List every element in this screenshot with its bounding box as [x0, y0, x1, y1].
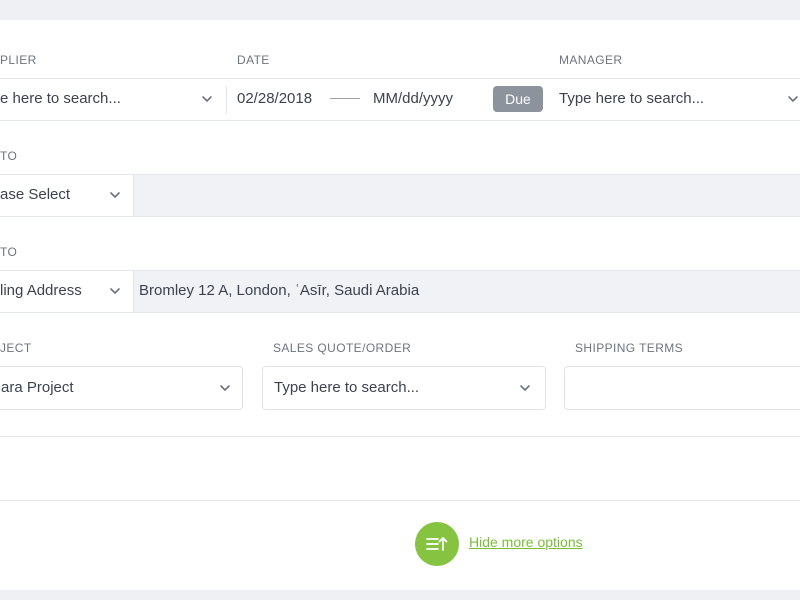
hide-options-button[interactable]	[415, 522, 459, 566]
shipping-terms-label: SHIPPING TERMS	[575, 341, 684, 355]
date-from-value: 02/28/2018	[237, 90, 313, 107]
ship-to-label: TO	[0, 245, 18, 259]
supplier-placeholder: e here to search...	[0, 90, 121, 107]
form-card: PLIER DATE MANAGER e here to search... 0…	[0, 20, 800, 590]
chevron-down-icon	[220, 385, 230, 392]
divider	[0, 120, 800, 121]
date-label: DATE	[237, 53, 270, 67]
bill-to-select-value: ase Select	[0, 186, 71, 203]
divider	[226, 86, 227, 114]
date-to-input[interactable]: MM/dd/yyyy	[373, 78, 473, 120]
bill-to-label: TO	[0, 149, 18, 163]
date-range-dash	[330, 98, 360, 99]
chevron-down-icon	[202, 96, 212, 103]
manager-placeholder: Type here to search...	[559, 90, 705, 107]
chevron-down-icon	[788, 96, 798, 103]
manager-label: MANAGER	[559, 53, 623, 67]
bill-to-select[interactable]: ase Select	[0, 174, 133, 216]
due-button[interactable]: Due	[493, 86, 543, 112]
project-label: JECT	[0, 341, 32, 355]
divider	[0, 500, 800, 501]
divider	[0, 436, 800, 437]
project-select[interactable]: ara Project	[0, 366, 243, 410]
chevron-down-icon	[110, 192, 120, 199]
shipping-terms-input[interactable]	[564, 366, 800, 410]
sales-quote-label: SALES QUOTE/ORDER	[273, 341, 412, 355]
ship-to-select[interactable]: ling Address	[0, 270, 133, 312]
bill-to-address-field[interactable]	[134, 175, 800, 216]
chevron-down-icon	[520, 385, 530, 392]
ship-to-select-value: ling Address	[0, 282, 82, 299]
hide-options-link[interactable]: Hide more options	[469, 534, 583, 550]
date-from-input[interactable]: 02/28/2018	[237, 78, 327, 120]
chevron-down-icon	[110, 288, 120, 295]
sales-quote-placeholder: Type here to search...	[274, 379, 420, 396]
supplier-select[interactable]: e here to search...	[0, 78, 226, 120]
ship-to-address-value: Bromley 12 A, London, ʿAsīr, Saudi Arabi…	[139, 282, 420, 299]
manager-select[interactable]: Type here to search...	[559, 78, 800, 120]
divider	[0, 216, 800, 217]
divider	[0, 312, 800, 313]
sales-quote-select[interactable]: Type here to search...	[262, 366, 546, 410]
ship-to-address-field[interactable]: Bromley 12 A, London, ʿAsīr, Saudi Arabi…	[134, 271, 800, 312]
list-collapse-icon	[426, 537, 448, 551]
date-to-placeholder: MM/dd/yyyy	[373, 90, 454, 107]
supplier-label: PLIER	[0, 53, 37, 67]
project-value: ara Project	[1, 379, 74, 396]
